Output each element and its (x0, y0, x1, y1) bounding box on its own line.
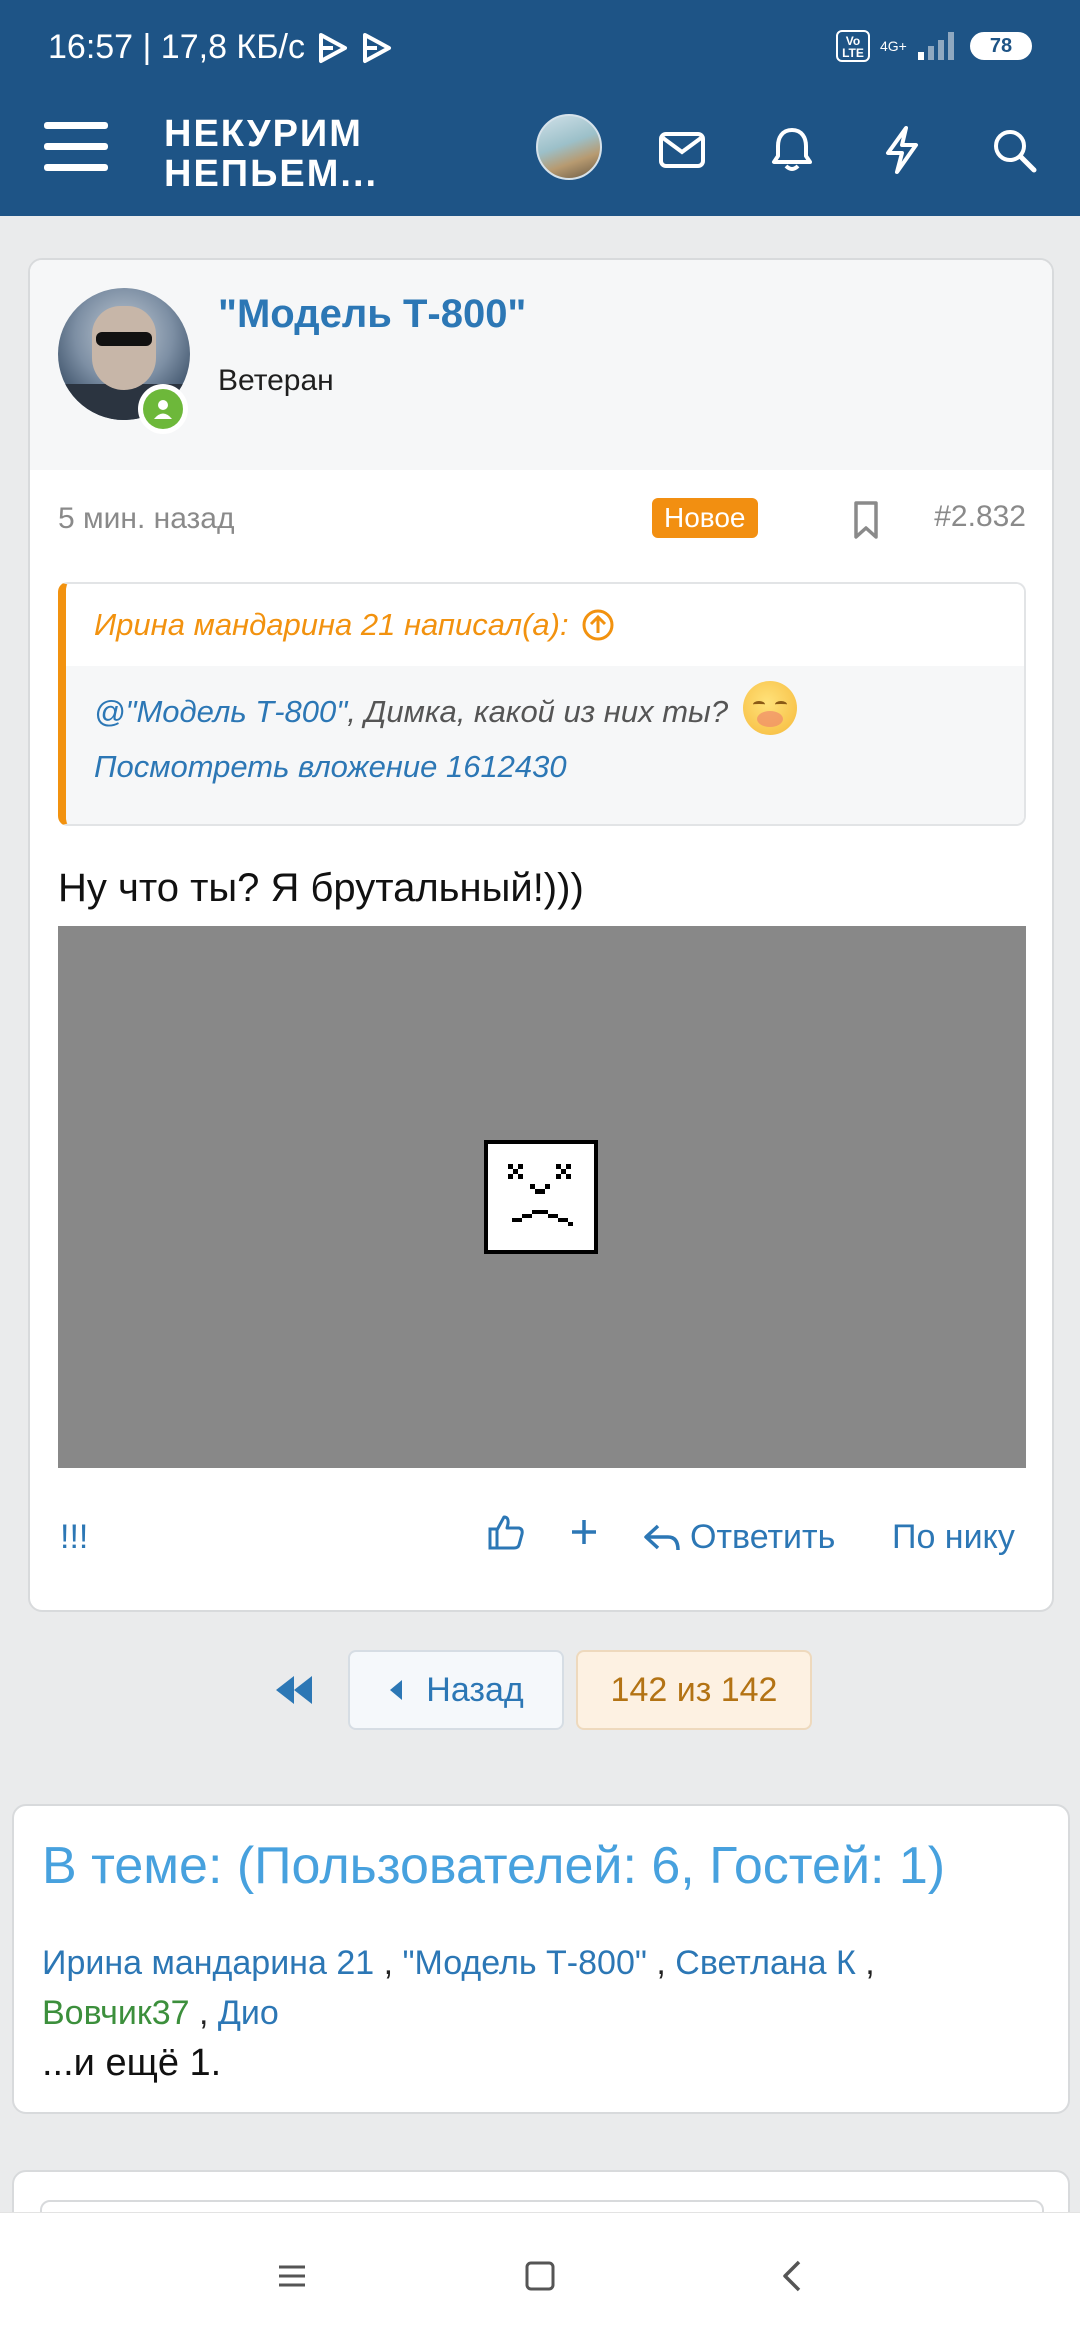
online-user-link[interactable]: Вовчик37 (42, 1994, 190, 2032)
plus-icon[interactable] (564, 1512, 604, 1552)
prev-page-label: Назад (426, 1670, 524, 1709)
status-time: 16:57 | 17,8 КБ/с (48, 28, 305, 66)
back-nav-icon[interactable] (762, 2251, 822, 2301)
post-message: Ну что ты? Я брутальный!))) (58, 866, 584, 910)
site-logo[interactable]: НЕКУРИМ НЕПЬЕМ... (164, 114, 378, 194)
lightning-icon[interactable] (872, 120, 932, 180)
online-users-title: В теме: (Пользователей: 6, Гостей: 1) (42, 1837, 946, 1895)
play-icon (363, 32, 391, 63)
battery-icon: 78 (970, 32, 1032, 60)
home-nav-icon[interactable] (510, 2251, 570, 2301)
bookmark-icon[interactable] (848, 500, 884, 540)
broken-image-icon (484, 1140, 598, 1254)
network-type: 4G+ (880, 38, 907, 54)
status-right: Vo LTE 4G+ 78 (836, 30, 1032, 62)
logo-line2: НЕПЬЕМ... (164, 153, 379, 195)
app-header: НЕКУРИМ НЕПЬЕМ... (0, 100, 1080, 216)
caret-left-icon (390, 1680, 403, 1700)
online-users-list: Ирина мандарина 21 , "Модель Т-800" , Св… (42, 1944, 875, 2032)
online-user-link[interactable]: Ирина мандарина 21 (42, 1944, 374, 1982)
online-user-link[interactable]: Светлана К (675, 1944, 856, 1982)
by-nick-button[interactable]: По нику (892, 1518, 1015, 1557)
online-user-link[interactable]: "Модель Т-800" (402, 1944, 646, 1982)
post-card: "Модель Т-800" Ветеран 5 мин. назад Ново… (28, 258, 1054, 1612)
online-indicator (138, 384, 188, 434)
online-user-link[interactable]: Дио (218, 1994, 279, 2032)
logo-line1: НЕКУРИМ (164, 113, 363, 155)
status-left: 16:57 | 17,8 КБ/с (48, 28, 393, 67)
attachment-link[interactable]: Посмотреть вложение 1612430 (94, 741, 996, 793)
reply-icon (644, 1524, 680, 1550)
blushing-emoji-icon (742, 680, 797, 735)
post-image[interactable] (58, 926, 1026, 1468)
quote-mention[interactable]: @"Модель Т-800" (94, 694, 347, 729)
new-badge: Новое (652, 498, 758, 538)
volte-icon: Vo LTE (836, 30, 870, 62)
quote-author[interactable]: Ирина мандарина 21 написал(а): (66, 584, 1024, 666)
reply-label: Ответить (690, 1518, 836, 1556)
mail-icon[interactable] (652, 120, 712, 180)
search-icon[interactable] (984, 120, 1044, 180)
like-icon[interactable] (486, 1512, 526, 1552)
first-page-icon[interactable] (272, 1670, 318, 1710)
avatar[interactable] (536, 114, 602, 180)
page-indicator[interactable]: 142 из 142 (576, 1650, 812, 1730)
quote-block: Ирина мандарина 21 написал(а): @"Модель … (58, 582, 1026, 826)
battery-level: 78 (989, 35, 1013, 57)
play-icon (319, 32, 347, 63)
online-more: ...и ещё 1. (42, 2042, 222, 2084)
post-time[interactable]: 5 мин. назад (58, 502, 235, 536)
arrow-up-circle-icon[interactable] (581, 608, 615, 642)
quote-body: @"Модель Т-800", Димка, какой из них ты?… (66, 666, 1024, 824)
bell-icon[interactable] (762, 120, 822, 180)
online-users-box: В теме: (Пользователей: 6, Гостей: 1) Ир… (12, 1804, 1070, 2114)
top-bar: 16:57 | 17,8 КБ/с Vo LTE 4G+ 78 НЕКУРИМ … (0, 0, 1080, 216)
reply-button[interactable]: Ответить (642, 1518, 835, 1557)
prev-page-button[interactable]: Назад (348, 1650, 564, 1730)
post-actions: !!! Ответить По нику (30, 1508, 1052, 1568)
post-user-block: "Модель Т-800" Ветеран (30, 260, 1052, 470)
exclaim-button[interactable]: !!! (60, 1518, 88, 1557)
signal-icon (918, 32, 954, 60)
post-author[interactable]: "Модель Т-800" (218, 292, 526, 337)
status-bar: 16:57 | 17,8 КБ/с Vo LTE 4G+ 78 (0, 0, 1080, 100)
post-number[interactable]: #2.832 (934, 500, 1026, 534)
menu-nav-icon[interactable] (262, 2251, 322, 2301)
user-role: Ветеран (218, 364, 334, 397)
quote-text: , Димка, какой из них ты? (347, 694, 729, 729)
system-nav-bar (0, 2212, 1080, 2340)
quote-author-label: Ирина мандарина 21 написал(а): (94, 607, 569, 642)
menu-icon[interactable] (44, 122, 108, 182)
